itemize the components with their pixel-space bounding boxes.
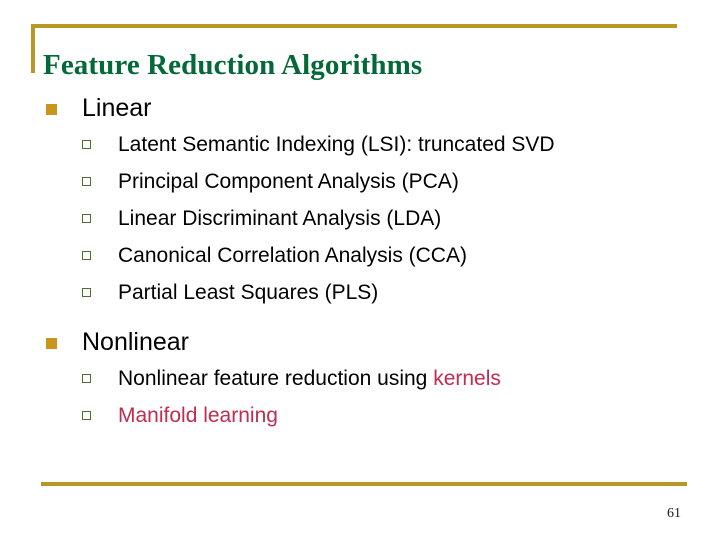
list-item: Principal Component Analysis (PCA) — [0, 165, 720, 202]
section-heading-label: Linear — [82, 94, 152, 122]
hollow-square-bullet-icon — [82, 411, 91, 420]
list-item: Latent Semantic Indexing (LSI): truncate… — [0, 128, 720, 165]
title-left-rule — [31, 24, 35, 73]
hollow-square-bullet-icon — [82, 140, 91, 149]
list-item: Linear Discriminant Analysis (LDA) — [0, 202, 720, 239]
hollow-square-bullet-icon — [82, 177, 91, 186]
list-item-label: Canonical Correlation Analysis (CCA) — [118, 244, 467, 267]
list-item-label-accent: kernels — [433, 367, 501, 390]
list-item-label: Nonlinear feature reduction using kernel… — [118, 367, 501, 390]
list-item: Partial Least Squares (PLS) — [0, 276, 720, 313]
page-title: Feature Reduction Algorithms — [43, 49, 423, 82]
section-heading-linear: Linear — [0, 92, 720, 126]
list-item: Nonlinear feature reduction using kernel… — [0, 362, 720, 399]
slide-canvas: Feature Reduction Algorithms Linear Late… — [0, 0, 720, 540]
section-heading-label: Nonlinear — [82, 328, 190, 356]
hollow-square-bullet-icon — [82, 288, 91, 297]
footer-rule — [41, 482, 687, 486]
hollow-square-bullet-icon — [82, 251, 91, 260]
filled-square-bullet-icon — [46, 104, 57, 115]
list-item: Canonical Correlation Analysis (CCA) — [0, 239, 720, 276]
list-item-label: Partial Least Squares (PLS) — [118, 281, 379, 304]
list-item: Manifold learning — [0, 399, 720, 436]
list-item-label: Principal Component Analysis (PCA) — [118, 170, 459, 193]
slide-body: Linear Latent Semantic Indexing (LSI): t… — [0, 92, 720, 436]
list-item-label: Manifold learning — [118, 404, 278, 427]
section-heading-nonlinear: Nonlinear — [0, 326, 720, 360]
title-top-rule — [31, 24, 677, 28]
list-item-label: Latent Semantic Indexing (LSI): truncate… — [118, 133, 555, 156]
hollow-square-bullet-icon — [82, 374, 91, 383]
hollow-square-bullet-icon — [82, 214, 91, 223]
filled-square-bullet-icon — [46, 338, 57, 349]
page-number: 61 — [667, 506, 681, 521]
list-item-label-lead: Nonlinear feature reduction using — [118, 367, 434, 390]
list-item-label: Linear Discriminant Analysis (LDA) — [118, 207, 442, 230]
